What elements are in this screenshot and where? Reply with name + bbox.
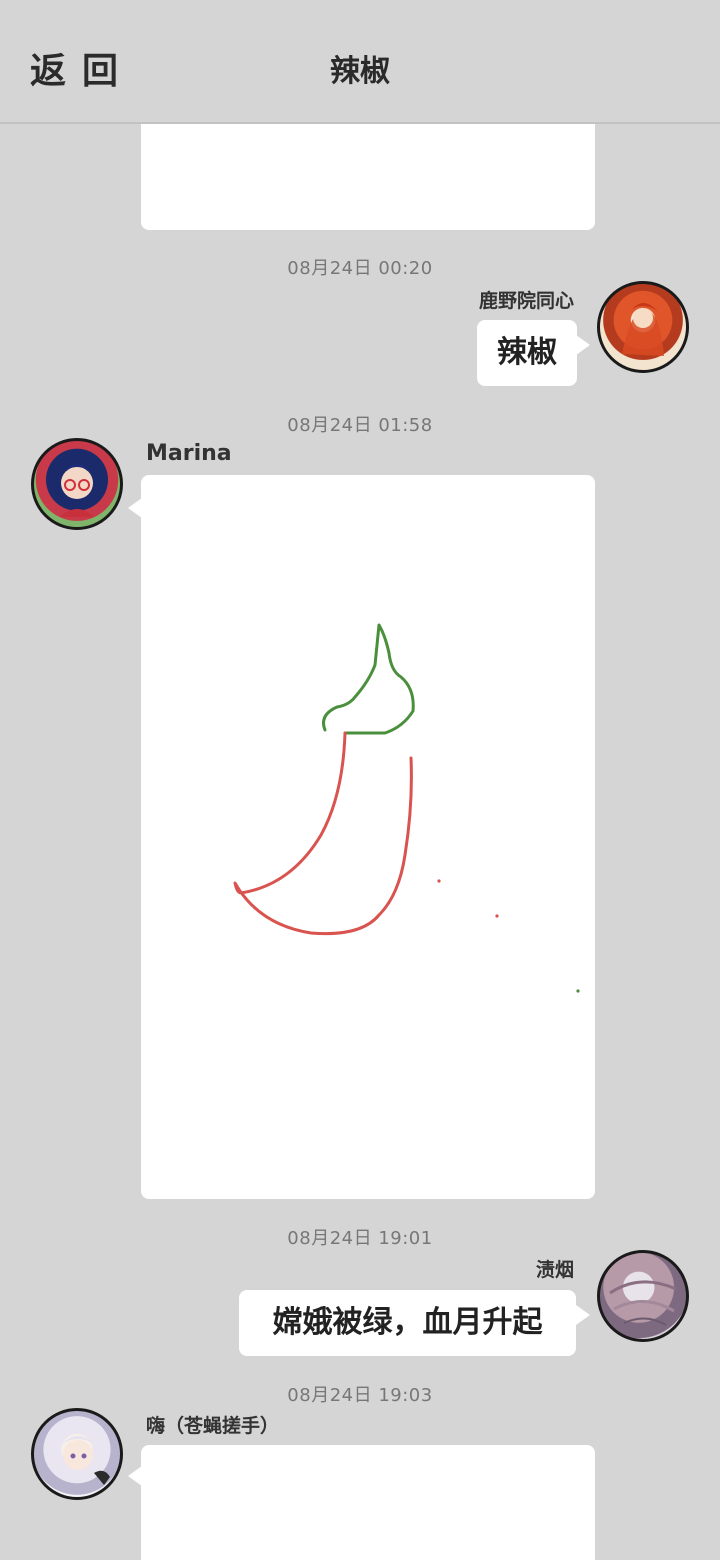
- timestamp: 08月24日 19:01: [287, 1228, 433, 1249]
- top-bar: 返回 辣椒: [0, 0, 720, 124]
- avatar-white-hair[interactable]: [31, 1408, 123, 1500]
- message-text: 辣椒: [497, 335, 557, 370]
- avatar-muted-sketch[interactable]: [597, 1250, 689, 1342]
- avatar-figure-icon: [56, 1436, 110, 1485]
- timestamp: 08月24日 00:20: [287, 258, 433, 279]
- drawing-card[interactable]: [141, 475, 595, 1199]
- avatar-red-hair[interactable]: [597, 281, 689, 373]
- bubble-tail: [576, 1305, 590, 1325]
- sender-name: 鹿野院同心: [478, 290, 574, 312]
- page-title: 辣椒: [330, 54, 390, 89]
- drawing-card[interactable]: [141, 1445, 595, 1560]
- bubble-tail: [128, 498, 142, 518]
- timestamp: 08月24日 01:58: [287, 415, 433, 436]
- sender-name: Marina: [146, 441, 232, 466]
- chili-pepper-drawing: [233, 623, 580, 993]
- sender-name: 嗨（苍蝇搓手）: [146, 1415, 280, 1437]
- avatar-blue-hair-glasses[interactable]: [31, 438, 123, 530]
- sender-name: 渍烟: [535, 1259, 574, 1281]
- bubble-tail: [128, 1466, 142, 1486]
- avatar-figure-icon: [622, 303, 664, 356]
- message-bubble[interactable]: 辣椒: [477, 320, 577, 386]
- message-bubble[interactable]: 嫦娥被绿，血月升起: [239, 1290, 576, 1356]
- message-text: 嫦娥被绿，血月升起: [272, 1305, 543, 1340]
- timestamp: 08月24日 19:03: [287, 1385, 433, 1406]
- bubble-tail: [576, 335, 590, 355]
- avatar-figure-icon: [58, 464, 96, 517]
- avatar-figure-icon: [609, 1280, 677, 1326]
